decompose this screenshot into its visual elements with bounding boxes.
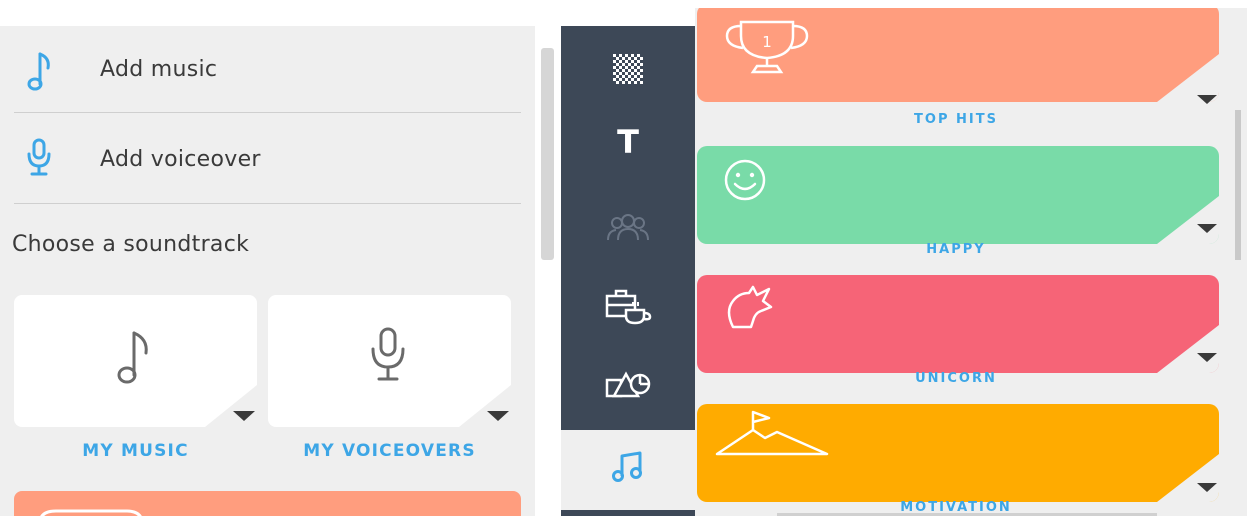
divider <box>14 203 521 204</box>
chevron-down-icon[interactable] <box>487 411 509 421</box>
section-title: Choose a soundtrack <box>12 232 250 257</box>
my-music-label: MY MUSIC <box>82 441 189 461</box>
microphone-icon <box>27 138 51 176</box>
genre-card-motivation[interactable] <box>697 404 1219 502</box>
toolbar-bottom-strip <box>561 510 695 516</box>
genre-card-top-hits[interactable]: 1 <box>697 8 1219 102</box>
svg-text:1: 1 <box>762 33 772 51</box>
chevron-down-icon[interactable] <box>1197 95 1217 104</box>
music-tool[interactable] <box>561 430 695 510</box>
music-note-icon <box>117 331 148 384</box>
briefcase-coffee-icon <box>605 289 652 325</box>
chevron-down-icon[interactable] <box>1197 353 1217 362</box>
music-icon <box>612 451 642 482</box>
people-tool[interactable] <box>561 202 695 252</box>
my-music-card[interactable] <box>14 295 257 427</box>
shapes-icon <box>605 371 651 398</box>
add-voiceover-row[interactable]: Add voiceover <box>14 130 521 200</box>
items-tool[interactable] <box>561 278 695 334</box>
genre-label-happy: HAPPY <box>926 242 986 257</box>
genre-card-happy[interactable] <box>697 146 1219 244</box>
checkerboard-icon <box>613 54 643 84</box>
soundtrack-panel: Add music Add voiceover Choose a soundtr… <box>0 0 562 516</box>
smiley-icon <box>724 159 766 201</box>
text-tool[interactable]: T <box>561 114 695 170</box>
scrollbar[interactable] <box>1235 110 1241 260</box>
chevron-down-icon[interactable] <box>233 411 255 421</box>
trophy-icon <box>40 509 142 516</box>
shapes-tool[interactable] <box>561 356 695 412</box>
genre-label-unicorn: UNICORN <box>915 371 997 386</box>
add-music-label: Add music <box>100 57 218 82</box>
people-icon <box>607 214 649 241</box>
my-voiceovers-label: MY VOICEOVERS <box>303 441 476 461</box>
my-voiceovers-card[interactable] <box>268 295 511 427</box>
card-fold <box>1157 454 1219 502</box>
microphone-icon <box>371 327 405 381</box>
background-tool[interactable] <box>561 44 695 94</box>
genre-card-unicorn[interactable] <box>697 275 1219 373</box>
card-fold <box>1157 325 1219 373</box>
add-voiceover-label: Add voiceover <box>100 147 261 172</box>
unicorn-icon <box>727 285 773 329</box>
trophy-icon: 1 <box>725 20 809 74</box>
top-hits-card-partial[interactable] <box>14 491 521 516</box>
genre-list-panel: 1 TOP HITS HAPPY UNICORN MOTIVATION <box>695 8 1247 516</box>
scrollbar[interactable] <box>541 48 554 260</box>
chevron-down-icon[interactable] <box>1197 483 1217 492</box>
music-note-icon <box>27 52 50 91</box>
text-icon: T <box>617 123 639 161</box>
card-fold <box>1157 196 1219 244</box>
add-music-row[interactable]: Add music <box>14 40 521 110</box>
mountain-flag-icon <box>715 410 829 456</box>
chevron-down-icon[interactable] <box>1197 224 1217 233</box>
divider <box>14 112 521 113</box>
genre-label-top-hits: TOP HITS <box>914 112 998 127</box>
